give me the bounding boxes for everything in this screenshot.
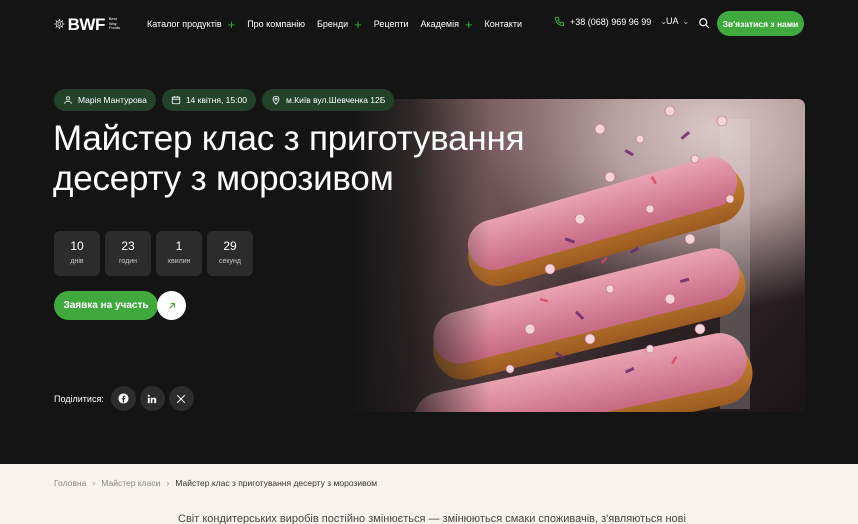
location-pin-icon <box>272 95 280 105</box>
apply-arrow-button[interactable] <box>157 291 186 320</box>
site-header: BWF Best Way Foods Каталог продуктів + Пр… <box>0 0 858 48</box>
breadcrumb-masterclasses[interactable]: Майстер класи <box>101 478 160 488</box>
author-tag: Марія Мантурова <box>54 89 156 111</box>
bwf-logo[interactable]: BWF Best Way Foods <box>54 8 120 40</box>
nav-item-academy[interactable]: Академія + <box>420 18 472 31</box>
main-nav: Каталог продуктів + Про компанію Бренди + … <box>147 15 534 33</box>
intro-paragraph: Світ кондитерських виробів постійно змін… <box>178 513 686 524</box>
facebook-icon[interactable] <box>110 386 136 411</box>
nav-item-catalog[interactable]: Каталог продуктів + <box>147 18 235 31</box>
plus-icon: + <box>227 16 236 32</box>
nav-item-about[interactable]: Про компанію <box>247 19 305 29</box>
apply-button[interactable]: Заявка на участь <box>54 291 158 320</box>
content-section: Головна › Майстер класи › Майстер клас з… <box>0 464 858 524</box>
nav-item-contacts[interactable]: Контакти <box>485 19 522 29</box>
gear-logo-icon <box>54 19 65 29</box>
event-tags: Марія Мантурова 14 квітня, 15:00 м.Київ … <box>54 89 395 111</box>
plus-icon: + <box>464 16 473 32</box>
countdown-seconds: 29 секунд <box>207 231 253 276</box>
countdown-minutes: 1 хвилин <box>156 231 202 276</box>
phone-link[interactable]: +38 (068) 969 96 99 ⌄ <box>554 16 667 27</box>
language-selector[interactable]: UA ⌄ <box>666 16 689 26</box>
countdown-timer: 10 днів 23 годин 1 хвилин 29 секунд <box>54 231 253 276</box>
share-bar: Поділитися: <box>54 386 198 411</box>
contact-us-button[interactable]: Зв'язатися з нами <box>717 11 804 36</box>
user-icon <box>64 96 72 104</box>
event-title: Майстер клас з приготування десерту з мо… <box>53 119 525 198</box>
logo-subtext: Best Way Foods <box>108 16 120 31</box>
linkedin-icon[interactable] <box>139 386 165 411</box>
breadcrumb-current: Майстер клас з приготування десерту з мо… <box>175 478 378 488</box>
breadcrumb-home[interactable]: Головна <box>54 478 86 488</box>
logo-wordmark: BWF <box>67 14 106 34</box>
plus-icon: + <box>354 16 362 32</box>
location-tag: м.Київ вул.Шевченка 12Б <box>261 89 395 111</box>
phone-icon <box>554 16 565 27</box>
x-icon[interactable] <box>168 386 194 411</box>
nav-item-brands[interactable]: Бренди + <box>317 18 362 31</box>
arrow-up-right-icon <box>168 302 175 309</box>
chevron-right-icon: › <box>92 478 96 488</box>
datetime-tag: 14 квітня, 15:00 <box>161 89 256 111</box>
search-icon[interactable] <box>698 17 710 29</box>
nav-item-recipes[interactable]: Рецепти <box>374 19 409 29</box>
countdown-days: 10 днів <box>54 231 100 276</box>
chevron-right-icon: › <box>166 478 170 488</box>
breadcrumb: Головна › Майстер класи › Майстер клас з… <box>54 478 377 488</box>
calendar-icon <box>171 96 180 105</box>
countdown-hours: 23 годин <box>105 231 151 276</box>
chevron-down-icon: ⌄ <box>682 16 690 26</box>
